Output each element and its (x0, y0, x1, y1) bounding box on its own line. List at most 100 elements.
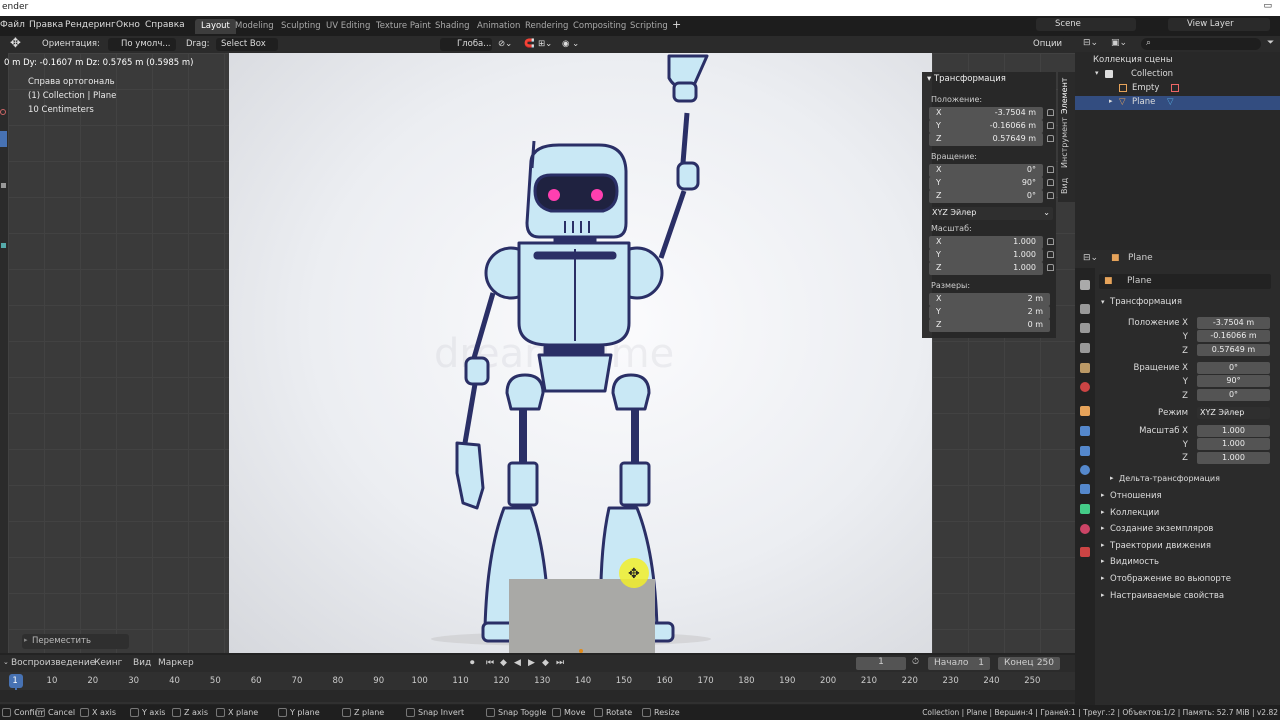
lock-icon[interactable] (1047, 109, 1054, 116)
location-x-field[interactable]: X -3.7504 m (929, 107, 1054, 120)
section-collections[interactable]: Коллекции (1110, 508, 1159, 518)
outliner-row-empty[interactable]: Empty (1075, 82, 1280, 96)
section-custom-properties[interactable]: Настраиваемые свойства (1110, 591, 1224, 601)
prop-location-x[interactable]: -3.7504 m (1197, 317, 1270, 329)
current-frame-field[interactable]: 1 (856, 657, 906, 670)
record-button[interactable]: ⏺ (470, 658, 475, 668)
transform-orientation-dropdown[interactable]: Глоба... (440, 38, 492, 51)
lock-icon[interactable] (1047, 179, 1054, 186)
lock-icon[interactable] (1047, 264, 1054, 271)
prop-rotation-z[interactable]: 0° (1197, 389, 1270, 401)
drag-dropdown[interactable]: Select Box (216, 38, 278, 51)
location-y-field[interactable]: Y -0.16066 m (929, 120, 1054, 133)
measure-tool-icon[interactable] (1, 243, 6, 248)
editor-type-icon[interactable]: ⊟⌄ (1083, 253, 1098, 263)
play-reverse-icon[interactable]: ◀ (514, 658, 521, 668)
tab-texture-paint[interactable]: Texture Paint (370, 19, 437, 34)
view-menu[interactable]: Вид (133, 658, 151, 668)
lock-icon[interactable] (1047, 192, 1054, 199)
jump-end-icon[interactable]: ⏭ (556, 658, 564, 668)
outliner-row-collection[interactable]: ▾ Collection (1075, 68, 1280, 82)
texture-tab-icon[interactable] (1080, 547, 1090, 557)
add-workspace-button[interactable]: + (672, 18, 681, 31)
keying-menu[interactable]: Кеинг (94, 658, 122, 668)
constraints-tab-icon[interactable] (1080, 484, 1090, 494)
material-tab-icon[interactable] (1080, 524, 1090, 534)
tab-modeling[interactable]: Modeling (229, 19, 280, 34)
scale-z-field[interactable]: Z 1.000 (929, 262, 1054, 275)
prop-scale-y[interactable]: 1.000 (1197, 438, 1270, 450)
expand-icon[interactable]: ▸ (1109, 97, 1113, 105)
scale-x-field[interactable]: X 1.000 (929, 236, 1054, 249)
output-tab-icon[interactable] (1080, 323, 1090, 333)
maximize-icon[interactable]: ▭ (1263, 1, 1272, 11)
modifier-tab-icon[interactable] (1080, 426, 1090, 436)
rotation-z-field[interactable]: Z 0° (929, 190, 1054, 203)
physics-tab-icon[interactable] (1080, 465, 1090, 475)
prev-keyframe-icon[interactable]: ◆ (500, 658, 507, 668)
n-panel-title[interactable]: ▾ Трансформация (927, 74, 1006, 84)
pivot-icon[interactable]: ⊘⌄ (498, 39, 512, 49)
prop-scale-x[interactable]: 1.000 (1197, 425, 1270, 437)
tab-uv-editing[interactable]: UV Editing (320, 19, 376, 34)
section-relations[interactable]: Отношения (1110, 491, 1162, 501)
prop-location-y[interactable]: -0.16066 m (1197, 330, 1270, 342)
section-visibility[interactable]: Видимость (1110, 557, 1159, 567)
scale-tool-icon[interactable] (1, 183, 6, 188)
proportional-edit-icon[interactable]: ◉ ⌄ (562, 39, 579, 49)
location-z-field[interactable]: Z 0.57649 m (929, 133, 1054, 146)
scene-selector[interactable]: Scene (1036, 18, 1136, 31)
world-tab-icon[interactable] (1080, 382, 1090, 392)
viewport-grid-left[interactable]: 0 m Dy: -0.1607 m Dz: 0.5765 m (0.5985 m… (4, 53, 229, 653)
lock-icon[interactable] (1047, 166, 1054, 173)
checkbox-icon[interactable] (1105, 70, 1113, 78)
dimension-x-field[interactable]: X 2 m (929, 293, 1050, 306)
tab-compositing[interactable]: Compositing (567, 19, 632, 34)
lock-icon[interactable] (1047, 238, 1054, 245)
dimension-z-field[interactable]: Z 0 m (929, 319, 1050, 332)
next-keyframe-icon[interactable]: ◆ (542, 658, 549, 668)
playback-menu[interactable]: Воспроизведение (11, 658, 95, 668)
menu-file[interactable]: Файл (0, 20, 25, 30)
dimension-y-field[interactable]: Y 2 m (929, 306, 1050, 319)
tab-shading[interactable]: Shading (429, 19, 476, 34)
timeline-scrub-region[interactable] (0, 690, 1075, 702)
move-tool-icon[interactable]: ✥ (10, 36, 21, 51)
tab-item[interactable]: Элемент (1060, 74, 1069, 114)
lock-icon[interactable] (1047, 122, 1054, 129)
outliner-row-scene-collection[interactable]: Коллекция сцены (1075, 54, 1280, 68)
rotation-x-field[interactable]: X 0° (929, 164, 1054, 177)
render-tab-icon[interactable] (1080, 304, 1090, 314)
data-tab-icon[interactable] (1080, 504, 1090, 514)
editor-type-icon[interactable]: ⊟⌄ (1083, 38, 1098, 48)
operator-panel[interactable]: Переместить ▸ (22, 634, 129, 649)
reference-image-plane[interactable]: dreamstime (229, 53, 932, 653)
view-layer-selector[interactable]: View Layer (1168, 18, 1270, 31)
object-tab-icon[interactable] (1080, 406, 1090, 416)
scene-tab-icon[interactable] (1080, 363, 1090, 373)
prop-rotation-y[interactable]: 90° (1197, 375, 1270, 387)
active-tool-indicator[interactable] (0, 131, 7, 147)
prop-rotation-x[interactable]: 0° (1197, 362, 1270, 374)
view-layer-tab-icon[interactable] (1080, 343, 1090, 353)
snap-icon[interactable]: 🧲 (524, 39, 535, 49)
tool-tab-icon[interactable] (1080, 280, 1090, 290)
menu-render[interactable]: Рендеринг (65, 20, 116, 30)
section-motion-paths[interactable]: Траектории движения (1110, 541, 1211, 551)
tab-scripting[interactable]: Scripting (624, 19, 674, 34)
menu-help[interactable]: Справка (145, 20, 185, 30)
rotation-mode-dropdown[interactable]: XYZ Эйлер ⌄ (929, 207, 1053, 220)
section-viewport-display[interactable]: Отображение во вьюпорте (1110, 574, 1231, 584)
orientation-dropdown[interactable]: По умолч... (108, 38, 176, 51)
tab-sculpting[interactable]: Sculpting (275, 19, 327, 34)
outliner-row-plane[interactable]: ▸ ▽ Plane ▽ (1075, 96, 1280, 110)
delta-transform-section[interactable]: Дельта-трансформация (1119, 474, 1220, 483)
prop-location-z[interactable]: 0.57649 m (1197, 344, 1270, 356)
expand-icon[interactable]: ▾ (1095, 69, 1099, 77)
transform-section-header[interactable]: Трансформация (1110, 297, 1182, 307)
outliner-search-input[interactable]: ⌕ (1141, 38, 1261, 50)
marker-menu[interactable]: Маркер (158, 658, 194, 668)
clock-icon[interactable]: ⏱ (912, 657, 919, 667)
object-name-field[interactable]: ■ Plane (1099, 274, 1271, 289)
tab-tool[interactable]: Инструмент (1060, 117, 1069, 168)
